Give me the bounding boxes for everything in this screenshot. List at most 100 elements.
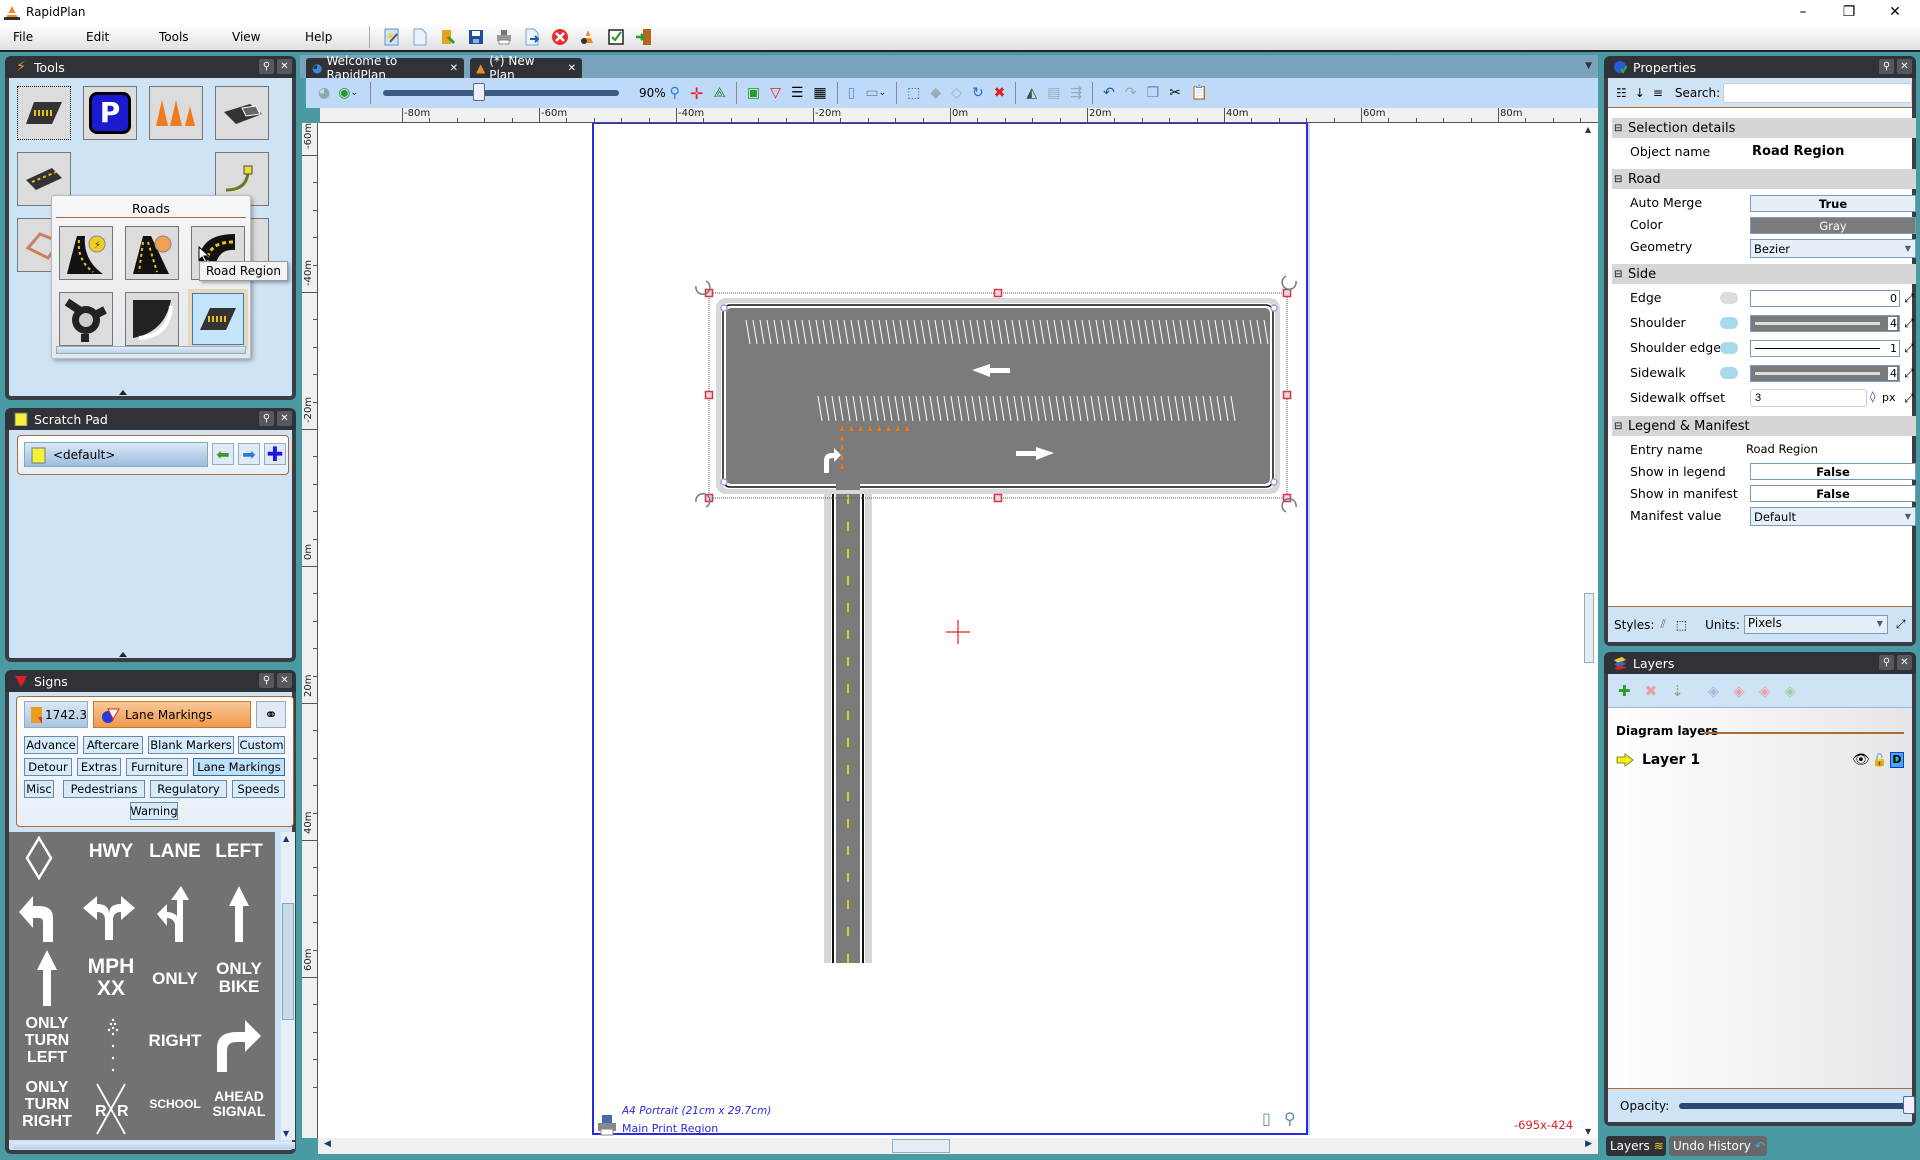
sidewalk-offset-input[interactable]	[1750, 389, 1867, 407]
cut-icon[interactable]: ✂	[1169, 85, 1181, 101]
category-detour[interactable]: Detour	[24, 758, 72, 776]
expand-icon[interactable]: ⤢	[1902, 316, 1916, 330]
popup-item-roundabout[interactable]	[59, 292, 113, 346]
globe-icon[interactable]: ◕	[318, 85, 330, 101]
sign-hwy[interactable]: HWY	[79, 842, 143, 862]
sign-only-turn-left[interactable]: ONLY TURN LEFT	[15, 1015, 79, 1066]
exit-button[interactable]	[630, 25, 658, 49]
layer-visibility-icon[interactable]: ◉	[338, 85, 350, 101]
close-window-button[interactable]: ✕	[1872, 0, 1918, 24]
save-button[interactable]	[462, 25, 490, 49]
cone-settings-button[interactable]	[574, 25, 602, 49]
categorized-icon[interactable]: ☷	[1616, 86, 1627, 100]
shoulder-width[interactable]: 4	[1750, 315, 1900, 332]
vertical-scrollbar[interactable]: ▲ ▼	[1580, 123, 1598, 1138]
category-furniture[interactable]: Furniture	[126, 758, 188, 776]
tab-welcome[interactable]: ◕ Welcome to RapidPlan ✕	[306, 54, 464, 82]
opacity-slider[interactable]	[1679, 1095, 1916, 1116]
undo-icon[interactable]: ↶	[1103, 85, 1115, 101]
shoulder-toggle[interactable]	[1720, 317, 1738, 329]
zoom-slider[interactable]	[382, 83, 619, 103]
category-aftercare[interactable]: Aftercare	[83, 736, 143, 754]
sign-left[interactable]: LEFT	[207, 842, 271, 862]
expand-icon[interactable]: ⤢	[1896, 617, 1906, 632]
section-selection-details[interactable]: ⊟ Selection details	[1612, 118, 1916, 138]
popup-item-road-region[interactable]	[188, 289, 248, 349]
sign-left-turn-arrow[interactable]	[17, 888, 69, 942]
sign-straight-left-arrow[interactable]	[155, 886, 193, 942]
drawing-canvas[interactable]: A4 Portrait (21cm x 29.7cm) Main Print R…	[318, 123, 1580, 1138]
menu-edit[interactable]: Edit	[73, 30, 146, 44]
close-document-button[interactable]	[546, 25, 574, 49]
geometry-select[interactable]: Bezier ▼	[1750, 239, 1916, 258]
sign-ahead-signal[interactable]: AHEAD SIGNAL	[207, 1089, 271, 1119]
add-button[interactable]: ✚	[264, 442, 286, 466]
sign-only-turn-right[interactable]: ONLY TURN RIGHT	[15, 1079, 79, 1130]
pin-icon[interactable]: ⚲	[259, 59, 274, 74]
scrollbar-thumb[interactable]	[892, 1139, 950, 1153]
expand-icon[interactable]: ⤢	[1902, 366, 1916, 380]
menu-help[interactable]: Help	[292, 30, 365, 44]
forward-button[interactable]: ➡	[238, 443, 260, 465]
category-select[interactable]: Lane Markings	[93, 701, 251, 728]
category-pedestrians[interactable]: Pedestrians	[63, 780, 145, 798]
close-icon[interactable]: ✕	[1897, 655, 1912, 670]
pin-icon[interactable]: ⚲	[1879, 59, 1894, 74]
close-tab-icon[interactable]: ✕	[450, 63, 458, 74]
sidewalk-toggle[interactable]	[1720, 367, 1738, 379]
collapse-handle[interactable]	[119, 652, 127, 657]
category-extras[interactable]: Extras	[77, 758, 121, 776]
visibility-eye-icon[interactable]: 👁	[1852, 752, 1870, 768]
chevron-down-icon[interactable]: ⌄	[350, 88, 358, 98]
zoom-slider-thumb[interactable]	[472, 83, 485, 101]
minimize-button[interactable]: –	[1780, 0, 1826, 24]
sidewalk-width[interactable]: 4	[1750, 365, 1900, 382]
category-blank-markers[interactable]: Blank Markers	[148, 736, 234, 754]
collapse-handle[interactable]	[13, 1142, 295, 1149]
page-preview-icon[interactable]: ⚲	[1284, 1109, 1296, 1128]
legend-icon[interactable]: ☰	[791, 85, 804, 101]
layer-row[interactable]: Layer 1 👁 🔓 D	[1616, 748, 1906, 772]
sort-icon[interactable]: ↓	[1635, 86, 1645, 100]
scratch-pad-select[interactable]: <default>	[24, 442, 208, 467]
shoulder-edge-width[interactable]: 1	[1750, 340, 1900, 357]
layer-type-icon[interactable]: D	[1890, 752, 1904, 768]
category-custom[interactable]: Custom	[238, 736, 285, 754]
tool-parking[interactable]: P	[83, 86, 137, 140]
expand-icon[interactable]: ⤢	[1902, 291, 1916, 305]
sign-diamond[interactable]	[23, 836, 55, 880]
sign-right-turn-arrow[interactable]	[215, 1018, 263, 1072]
alphabetical-icon[interactable]: ≡	[1653, 86, 1663, 100]
section-side[interactable]: ⊟ Side	[1612, 264, 1916, 284]
category-misc[interactable]: Misc	[24, 780, 54, 798]
sign-lane[interactable]: LANE	[143, 842, 207, 862]
tab-dropdown-icon[interactable]: ▼	[1585, 61, 1592, 71]
manifest-icon[interactable]: ▦	[813, 85, 826, 101]
search-signs-button[interactable]: ⚭	[256, 701, 286, 728]
print-region-icon[interactable]: ▭	[865, 85, 878, 101]
page-settings-icon[interactable]: ▯	[1262, 1109, 1271, 1128]
category-warning[interactable]: Warning	[130, 802, 178, 820]
pin-icon[interactable]: ⚲	[259, 673, 274, 688]
popup-scroll-handle[interactable]	[56, 346, 246, 354]
sign-only[interactable]: ONLY	[143, 970, 207, 988]
category-speeds[interactable]: Speeds	[232, 780, 285, 798]
auto-merge-toggle[interactable]: True	[1750, 195, 1916, 212]
tool-road-region[interactable]	[17, 86, 71, 140]
pin-icon[interactable]: ⚲	[1879, 655, 1894, 670]
category-lane-markings[interactable]: Lane Markings	[193, 758, 285, 776]
sign-straight-arrow[interactable]	[227, 886, 251, 942]
unlock-icon[interactable]: 🔓	[1872, 753, 1887, 767]
sign-dots[interactable]	[99, 1018, 129, 1074]
close-icon[interactable]: ✕	[1897, 59, 1912, 74]
sign-railroad-crossing[interactable]: RR	[93, 1082, 129, 1136]
show-legend-toggle[interactable]: False	[1750, 463, 1916, 480]
chevron-down-icon[interactable]: ⌄	[879, 88, 887, 98]
manifest-value-select[interactable]: Default ▼	[1750, 507, 1916, 526]
zoom-icon[interactable]: ⚲	[670, 85, 680, 101]
tab-undo-history[interactable]: Undo History ↶	[1669, 1136, 1767, 1156]
close-tab-icon[interactable]: ✕	[568, 63, 576, 74]
sign-straight-arrow-2[interactable]	[35, 950, 59, 1006]
expand-icon[interactable]: ⤢	[1902, 391, 1916, 405]
sign-split-arrow[interactable]	[81, 890, 137, 940]
